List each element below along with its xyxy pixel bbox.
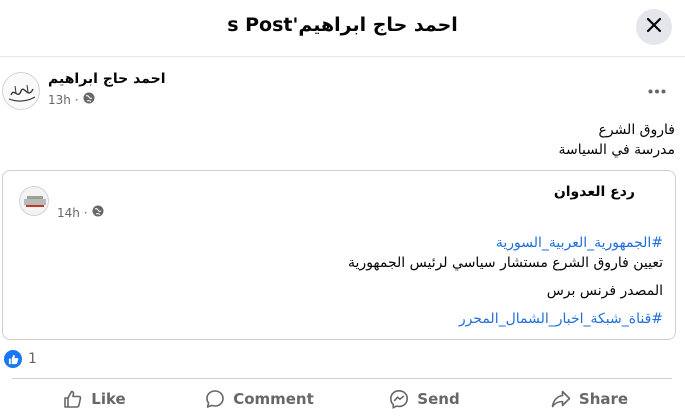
author-avatar[interactable] — [2, 72, 40, 110]
post-action-bar: Like Comment Send Share — [12, 378, 672, 418]
close-button[interactable] — [636, 9, 672, 45]
comment-label: Comment — [233, 389, 314, 408]
more-icon — [648, 79, 666, 98]
dialog-header: s Post'احمد حاج ابراهيم — [0, 0, 685, 57]
shared-author-name[interactable]: ردع العدوان — [554, 184, 635, 200]
hashtag-link[interactable]: #قناة_شبكة_اخبار_الشمال_المحرر — [143, 309, 663, 329]
shared-meta: 14h · — [57, 205, 104, 220]
globe-icon — [92, 205, 104, 220]
send-button[interactable]: Send — [342, 379, 507, 418]
post-author-name[interactable]: احمد حاج ابراهيم — [48, 71, 166, 87]
close-icon — [646, 17, 662, 37]
post-time[interactable]: 13h — [48, 93, 71, 107]
reactions-summary[interactable]: 1 — [4, 350, 37, 368]
dialog-title: s Post'احمد حاج ابراهيم — [227, 14, 458, 36]
shared-text-line: تعيين فاروق الشرع مستشار سياسي لرئيس الج… — [348, 255, 663, 271]
post-text: فاروق الشرع مدرسة في السياسة — [255, 120, 675, 160]
thumbs-up-icon — [63, 389, 83, 409]
comment-button[interactable]: Comment — [177, 379, 342, 418]
comment-icon — [205, 389, 225, 409]
like-label: Like — [91, 389, 126, 408]
post-meta: 13h · — [48, 92, 95, 107]
post-text-line: فاروق الشرع — [598, 122, 675, 138]
shared-avatar-image — [24, 196, 46, 207]
more-options-button[interactable] — [645, 78, 669, 98]
post-text-line: مدرسة في السياسة — [558, 142, 675, 158]
shared-author-avatar[interactable] — [19, 186, 49, 216]
calligraphy-logo — [8, 84, 36, 102]
send-label: Send — [417, 389, 460, 408]
shared-post-card[interactable]: ردع العدوان 14h · #الجمهورية_العربية_الس… — [2, 170, 676, 340]
shared-post-body: #الجمهورية_العربية_السورية تعيين فاروق ا… — [143, 233, 663, 329]
shared-text-line: المصدر فرنس برس — [546, 283, 663, 299]
hashtag-link[interactable]: #الجمهورية_العربية_السورية — [143, 233, 663, 253]
share-label: Share — [578, 389, 629, 408]
share-icon — [551, 389, 571, 409]
like-reaction-icon — [4, 350, 22, 368]
shared-time[interactable]: 14h — [57, 206, 80, 220]
like-button[interactable]: Like — [12, 379, 177, 418]
reaction-count: 1 — [28, 351, 37, 367]
messenger-icon — [389, 389, 409, 409]
share-button[interactable]: Share — [507, 379, 672, 418]
globe-icon — [83, 92, 95, 107]
